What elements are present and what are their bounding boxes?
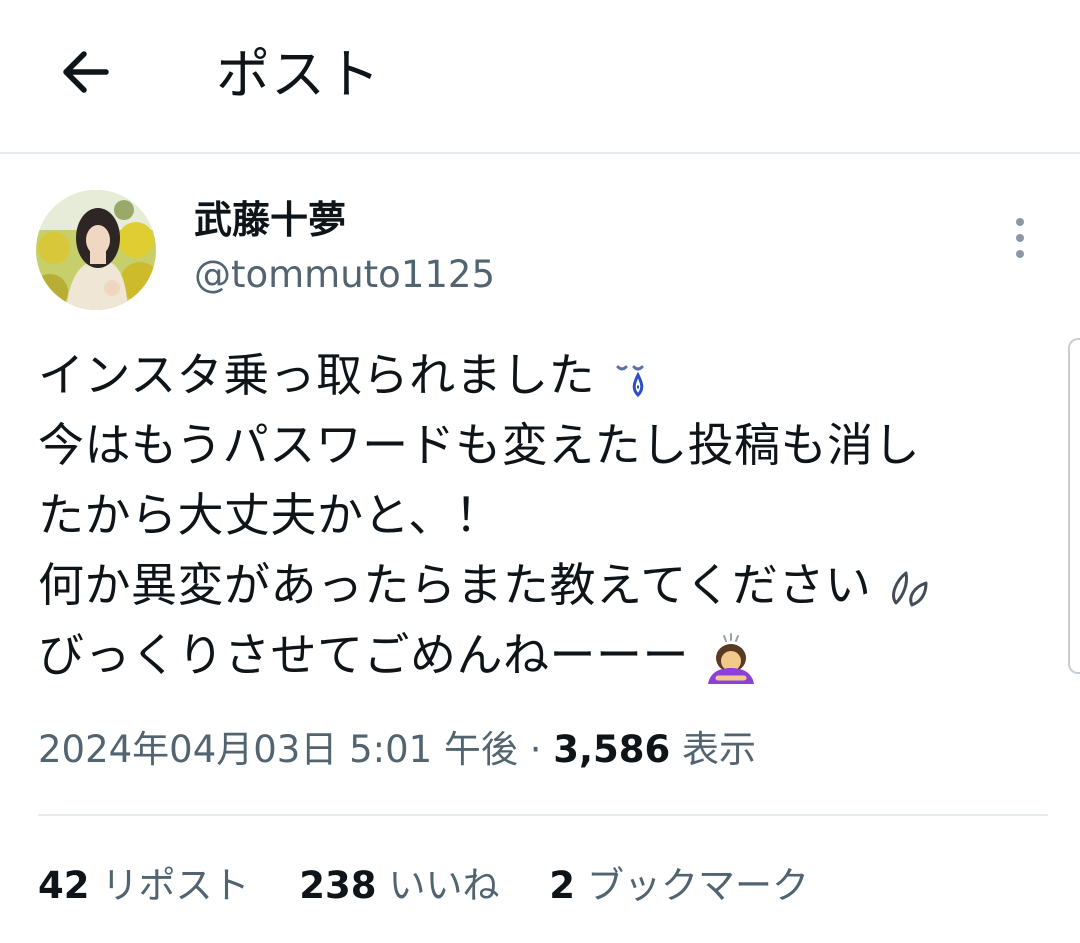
author-handle[interactable]: @tommuto1125 (194, 250, 495, 300)
post-line-text: 何か異変があったらまた教えてください (38, 558, 872, 612)
back-button[interactable] (54, 40, 118, 104)
post-line-text: 今はもうパスワードも変えたし投稿も消し (38, 418, 921, 472)
author-display-name[interactable]: 武藤十夢 (194, 194, 346, 246)
likes-count: 238 (299, 864, 377, 907)
likes-stat[interactable]: 238 いいね (299, 858, 499, 914)
page-title: ポスト (216, 43, 381, 106)
top-bar: ポスト (0, 0, 1080, 152)
post-line: たから大丈夫かと、！ (38, 480, 1048, 550)
bookmarks-count: 2 (549, 864, 576, 907)
post-line-text: びっくりさせてごめんねーーー (38, 628, 689, 682)
reposts-label: リポスト (101, 864, 250, 907)
person-bowing-icon (708, 632, 755, 684)
views-link[interactable]: 3,586 表示 (553, 728, 756, 771)
avatar[interactable] (36, 190, 156, 310)
reposts-stat[interactable]: 42 リポスト (38, 858, 250, 914)
vertical-dots-icon (1016, 218, 1024, 258)
more-options-button[interactable] (1004, 214, 1036, 262)
views-count: 3,586 (553, 728, 671, 771)
post-line-text: インスタ乗っ取られました (38, 348, 596, 402)
post-text: インスタ乗っ取られました 今はもうパスワードも変えたし投稿も消し たから大丈夫か… (38, 340, 1048, 690)
bookmarks-label: ブックマーク (587, 864, 810, 907)
post-line-text: たから大丈夫かと、！ (38, 488, 502, 542)
meta-divider (38, 814, 1048, 816)
meta-separator: · (529, 728, 542, 771)
post-timestamp[interactable]: 2024年04月03日 5:01 午後 (38, 728, 518, 771)
profile-photo (36, 190, 156, 310)
views-label: 表示 (682, 728, 757, 771)
reposts-count: 42 (38, 864, 90, 907)
post-line: びっくりさせてごめんねーーー (38, 620, 1048, 690)
post-line: 今はもうパスワードも変えたし投稿も消し (38, 410, 1048, 480)
post-line: インスタ乗っ取られました (38, 340, 1048, 410)
header-divider (0, 152, 1080, 154)
post-meta: 2024年04月03日 5:01 午後 · 3,586 表示 (38, 722, 756, 778)
post-line: 何か異変があったらまた教えてください (38, 550, 1048, 620)
sweat-drops-icon (892, 571, 928, 606)
scroll-handle[interactable] (1068, 338, 1080, 674)
engagement-stats: 42 リポスト 238 いいね 2 ブックマーク (38, 858, 847, 914)
crying-face-icon (616, 365, 644, 397)
bookmarks-stat[interactable]: 2 ブックマーク (549, 858, 809, 914)
post-detail-page: ポスト 武藤十夢 @tommuto1125 インスタ乗っ取られました 今はもうパ… (0, 0, 1080, 943)
arrow-left-icon (63, 51, 109, 93)
likes-label: いいね (388, 864, 500, 907)
